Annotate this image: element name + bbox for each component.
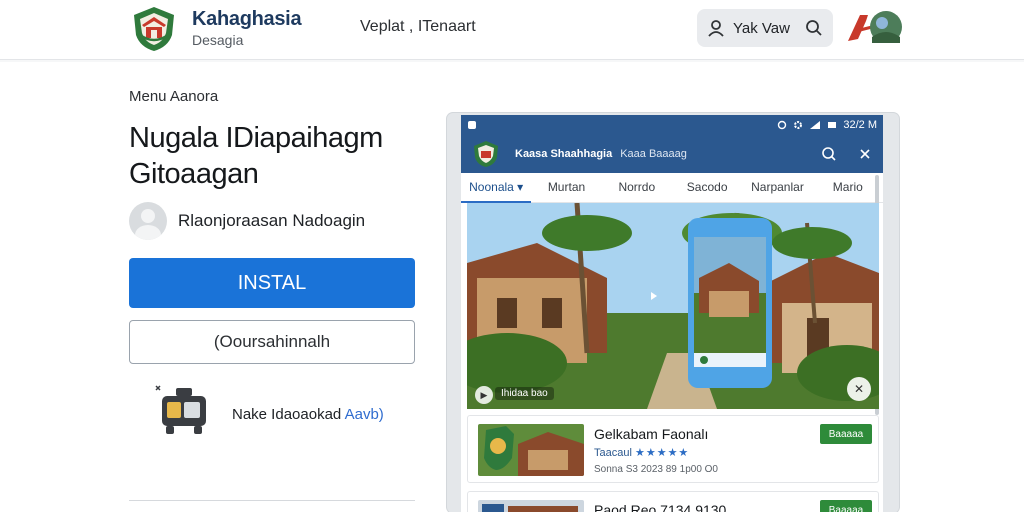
tab-3: Norrdo [618, 179, 656, 194]
status-icons: 32/2 M [777, 119, 877, 131]
app-logo-icon [474, 141, 498, 167]
tab-4: Sacodo [686, 179, 728, 194]
search-icon[interactable] [805, 19, 823, 37]
header-nav-link[interactable]: Veplat , ITenaart [360, 18, 476, 36]
signal-icon [810, 121, 821, 129]
developer-avatar [129, 202, 167, 240]
profile-avatar[interactable] [846, 9, 904, 45]
screenshot-app-subtitle: Kaaa Baaaag [620, 148, 687, 160]
brand-title: Kahaghasia [192, 8, 302, 30]
item-subtitle: Taacaul ★★★★★ [594, 446, 689, 459]
list-item: Gelkabam Faonalı Taacaul ★★★★★ Sonna S3 … [467, 415, 879, 483]
tab-1: Noonala ▾ [461, 173, 532, 203]
top-header: Kahaghasia Desagia Veplat , ITenaart Yak… [0, 0, 1024, 60]
secondary-action-button[interactable]: (Ooursahinnalh [129, 320, 415, 364]
tab-5: Narpanlar [751, 179, 804, 194]
app-title: Nugala IDiapaihagm Gitoaagan [129, 122, 383, 190]
rating-stars: ★★★★★ [634, 447, 690, 459]
account-search-pill[interactable]: Yak Vaw [697, 9, 833, 47]
item-subtitle-text: Taacaul [594, 447, 632, 459]
battery-icon [828, 122, 837, 128]
brand-logo-icon[interactable] [130, 5, 178, 53]
install-icon [155, 385, 206, 434]
tab-2: Murtan [547, 179, 586, 194]
notification-icon [468, 121, 476, 129]
item-thumbnail [478, 500, 584, 512]
item-install-button: Baaaaa [820, 500, 872, 512]
user-icon [708, 20, 724, 37]
item-title: Paod Reo 7134 9130 [594, 502, 727, 512]
item-thumbnail [478, 424, 584, 476]
appbar-actions [821, 146, 871, 162]
developer-row[interactable]: Rlaonjoraasan Nadoagin [129, 202, 365, 240]
status-bar: 32/2 M [461, 115, 883, 135]
status-time: 32/2 M [843, 119, 877, 131]
alarm-icon [778, 120, 787, 130]
breadcrumb[interactable]: Menu Aanora [129, 88, 218, 105]
divider [129, 500, 415, 501]
hero-image: ▶ Ihidaa bao ✕ [467, 203, 879, 409]
screenshot-tabs: Noonala ▾ Murtan Norrdo Sacodo Narpanlar… [461, 173, 883, 203]
list-item: Paod Reo 7134 9130 Baaaaa [467, 491, 879, 512]
search-pill-label: Yak Vaw [733, 19, 790, 37]
app-screenshot-screen: 32/2 M Kaasa Shaahhagia Kaaa Baaaag Noon… [461, 115, 883, 512]
village-scene-image [467, 203, 879, 409]
item-install-button: Baaaaa [820, 424, 872, 444]
item-meta: Sonna S3 2023 89 1p00 O0 [594, 464, 718, 475]
install-button[interactable]: INSTAL [129, 258, 415, 308]
chevron-down-icon: ▾ [517, 179, 524, 194]
app-screenshot[interactable]: 32/2 M Kaasa Shaahhagia Kaaa Baaaag Noon… [447, 113, 899, 512]
hero-caption: Ihidaa bao [495, 387, 554, 400]
developer-name: Rlaonjoraasan Nadoagin [178, 211, 366, 230]
screenshot-app-bar: Kaasa Shaahhagia Kaaa Baaaag [461, 135, 883, 173]
screenshot-app-title: Kaasa Shaahhagia [515, 148, 613, 160]
close-icon [860, 149, 870, 159]
item-title: Gelkabam Faonalı [594, 426, 709, 442]
play-icon: ▶ [475, 386, 493, 404]
tab-1-label: Noonala [469, 179, 514, 194]
search-icon [822, 147, 836, 161]
feature-row: Nake Idaoaokad Aavb) [154, 384, 384, 444]
brand-subtitle: Desagia [192, 32, 244, 48]
feature-text-accent: Aavb) [344, 405, 384, 423]
feature-text: Nake Idaoaokad Aavb) [232, 406, 384, 423]
tab-6: Mario [832, 179, 863, 194]
app-detail-panel: Menu Aanora Nugala IDiapaihagm Gitoaagan… [0, 62, 1024, 512]
settings-icon [794, 121, 803, 129]
feature-text-label: Nake Idaoaokad [232, 405, 342, 423]
expand-icon: ✕ [847, 377, 871, 401]
